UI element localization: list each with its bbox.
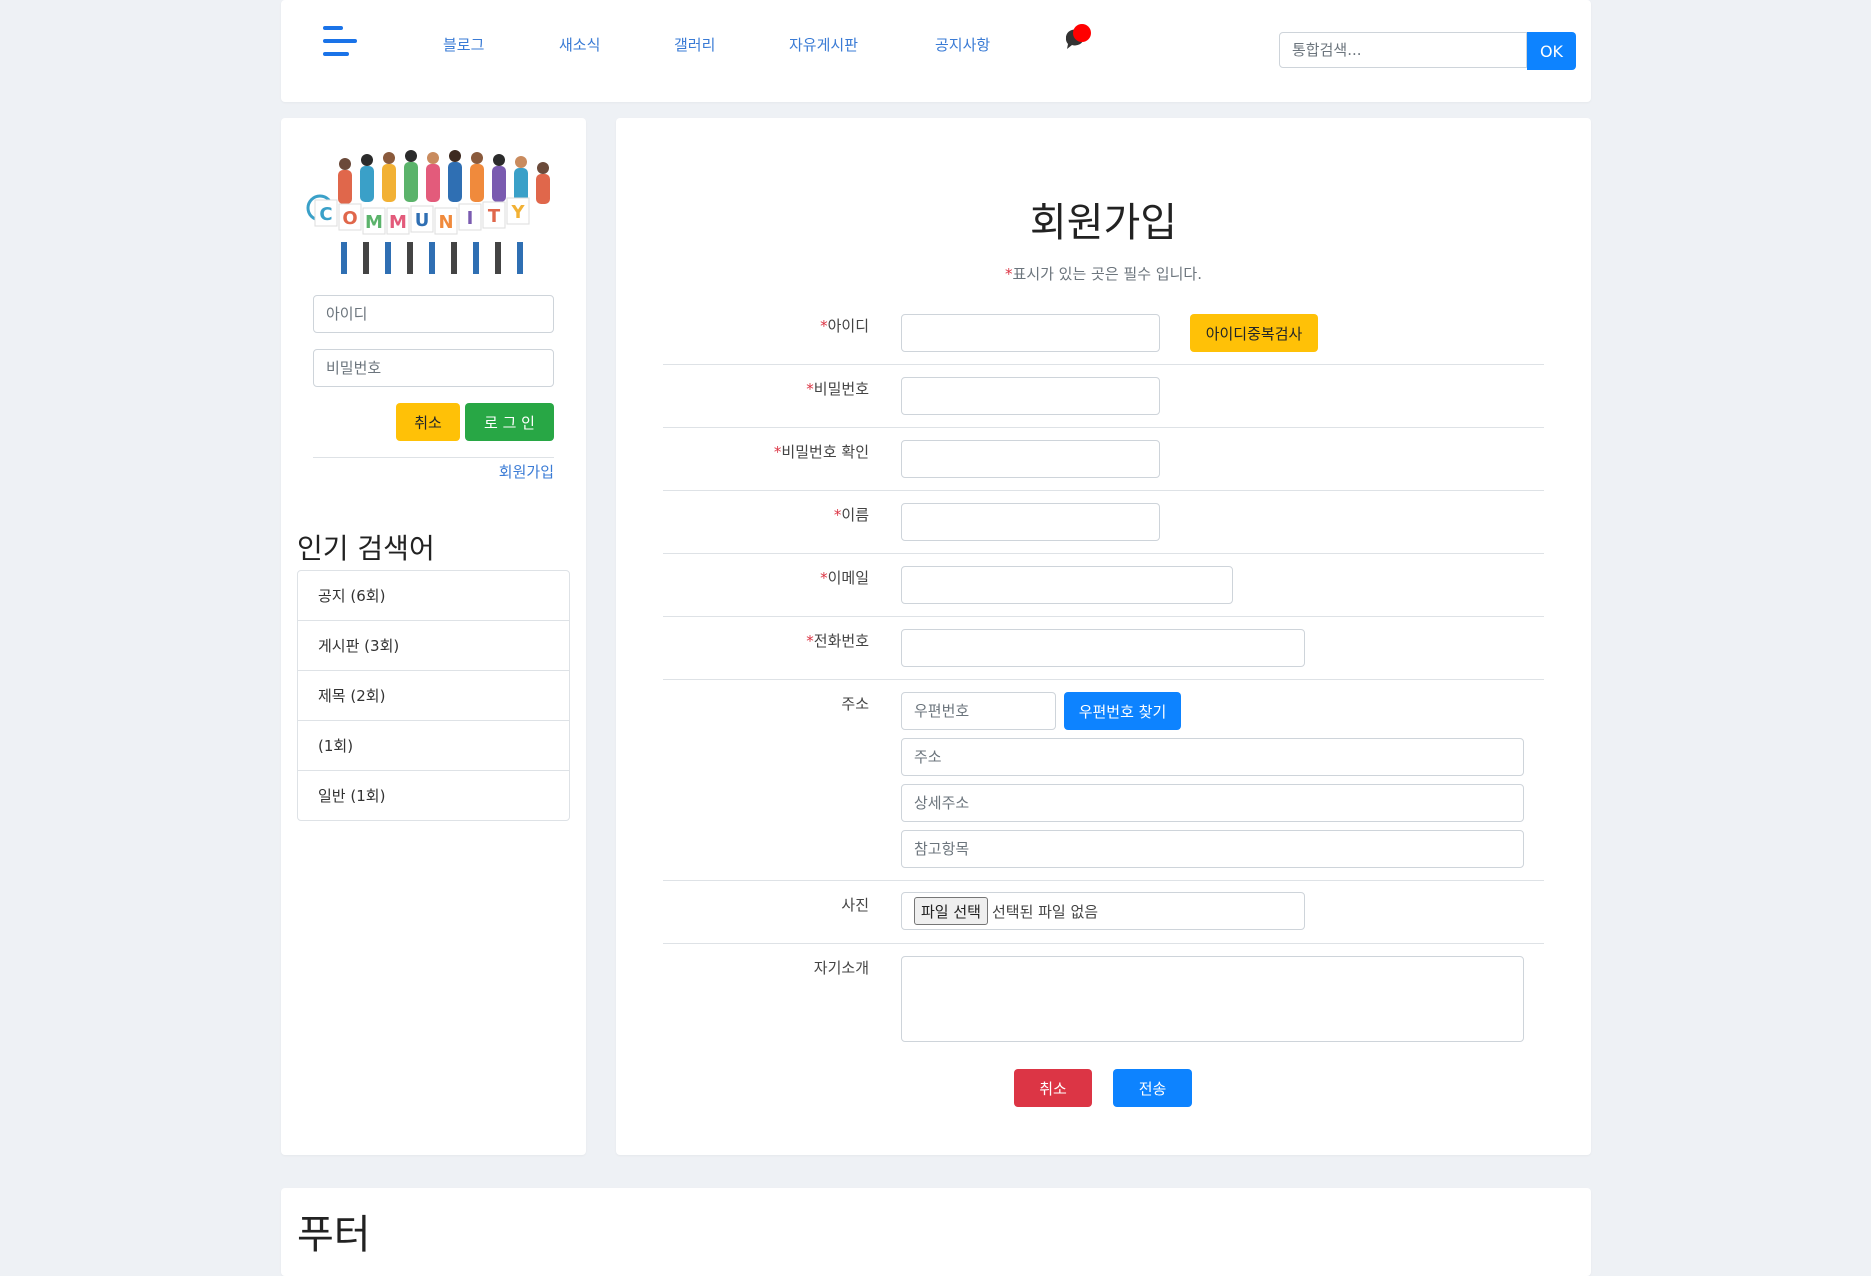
- row-divider: [663, 364, 1544, 365]
- photo-label: 사진: [841, 896, 869, 914]
- address-input[interactable]: [901, 738, 1524, 776]
- login-id-input[interactable]: [313, 295, 554, 333]
- svg-text:O: O: [342, 208, 357, 229]
- popular-keyword-item[interactable]: 제목 (2회): [298, 670, 569, 720]
- login-cancel-button[interactable]: 취소: [396, 403, 460, 441]
- nav-notice[interactable]: 공지사항: [935, 34, 990, 55]
- row-divider: [663, 616, 1544, 617]
- row-divider: [663, 490, 1544, 491]
- footer: 푸터: [281, 1188, 1591, 1276]
- sidebar: C O M M U N I T Y 취소 로 그 인 회원가입 인기 검색어 공…: [281, 118, 586, 1155]
- page-title: 회원가입: [1029, 200, 1178, 246]
- form-submit-button[interactable]: 전송: [1113, 1069, 1192, 1107]
- zipcode-search-button[interactable]: 우편번호 찾기: [1064, 692, 1181, 730]
- id-label: *아이디: [820, 317, 869, 335]
- svg-text:U: U: [415, 210, 430, 231]
- file-status-text: 선택된 파일 없음: [991, 902, 1099, 921]
- form-cancel-button[interactable]: 취소: [1014, 1069, 1092, 1107]
- login-button[interactable]: 로 그 인: [465, 403, 554, 441]
- signup-name-input[interactable]: [901, 503, 1160, 541]
- id-duplicate-check-button[interactable]: 아이디중복검사: [1190, 314, 1318, 352]
- svg-text:M: M: [389, 212, 407, 233]
- search-ok-button[interactable]: OK: [1527, 32, 1576, 70]
- nav-free-board[interactable]: 자유게시판: [789, 34, 858, 55]
- global-search-input[interactable]: [1279, 32, 1527, 68]
- chat-notification-icon[interactable]: [1062, 24, 1092, 56]
- required-note-text: 표시가 있는 곳은 필수 입니다.: [1012, 265, 1202, 283]
- svg-text:T: T: [488, 206, 501, 227]
- signup-password-input[interactable]: [901, 377, 1160, 415]
- nav-news[interactable]: 새소식: [559, 34, 600, 55]
- signup-id-input[interactable]: [901, 314, 1160, 352]
- signup-form-card: 회원가입 *표시가 있는 곳은 필수 입니다. *아이디 아이디중복검사 *비밀…: [616, 118, 1591, 1155]
- menu-toggle-icon[interactable]: [323, 26, 359, 58]
- svg-text:Y: Y: [510, 202, 525, 223]
- svg-text:N: N: [438, 212, 453, 233]
- nav-blog[interactable]: 블로그: [443, 34, 484, 55]
- file-choose-button[interactable]: 파일 선택: [914, 897, 988, 925]
- password-label: *비밀번호: [806, 380, 869, 398]
- footer-title: 푸터: [297, 1212, 371, 1258]
- password-confirm-label: *비밀번호 확인: [773, 443, 869, 461]
- popular-keywords-list: 공지 (6회) 게시판 (3회) 제목 (2회) (1회) 일반 (1회): [297, 570, 570, 821]
- photo-file-input: 파일 선택 선택된 파일 없음: [901, 892, 1305, 930]
- login-password-input[interactable]: [313, 349, 554, 387]
- row-divider: [663, 943, 1544, 944]
- row-divider: [663, 880, 1544, 881]
- nav-gallery[interactable]: 갤러리: [674, 34, 715, 55]
- top-navbar: 블로그 새소식 갤러리 자유게시판 공지사항 OK: [281, 0, 1591, 102]
- address-detail-input[interactable]: [901, 784, 1524, 822]
- popular-keyword-item[interactable]: 일반 (1회): [298, 770, 569, 820]
- community-logo: C O M M U N I T Y: [306, 150, 550, 274]
- phone-label: *전화번호: [806, 632, 869, 650]
- required-mark: *: [1005, 265, 1013, 283]
- email-label: *이메일: [820, 569, 869, 587]
- popular-keyword-item[interactable]: 게시판 (3회): [298, 620, 569, 670]
- signup-password-confirm-input[interactable]: [901, 440, 1160, 478]
- popular-keyword-item[interactable]: 공지 (6회): [298, 571, 569, 620]
- svg-text:M: M: [365, 212, 383, 233]
- zipcode-input[interactable]: [901, 692, 1056, 730]
- signup-link[interactable]: 회원가입: [499, 461, 554, 482]
- address-label: 주소: [841, 695, 869, 713]
- signup-email-input[interactable]: [901, 566, 1233, 604]
- intro-textarea[interactable]: [901, 956, 1524, 1042]
- required-note: *표시가 있는 곳은 필수 입니다.: [616, 263, 1591, 284]
- svg-text:I: I: [467, 208, 474, 229]
- intro-label: 자기소개: [813, 959, 869, 977]
- signup-phone-input[interactable]: [901, 629, 1305, 667]
- row-divider: [663, 679, 1544, 680]
- sidebar-divider: [313, 457, 554, 458]
- svg-text:C: C: [319, 204, 332, 225]
- name-label: *이름: [833, 506, 869, 524]
- row-divider: [663, 553, 1544, 554]
- popular-keyword-item[interactable]: (1회): [298, 720, 569, 770]
- row-divider: [663, 427, 1544, 428]
- popular-keywords-title: 인기 검색어: [297, 532, 435, 565]
- address-extra-input[interactable]: [901, 830, 1524, 868]
